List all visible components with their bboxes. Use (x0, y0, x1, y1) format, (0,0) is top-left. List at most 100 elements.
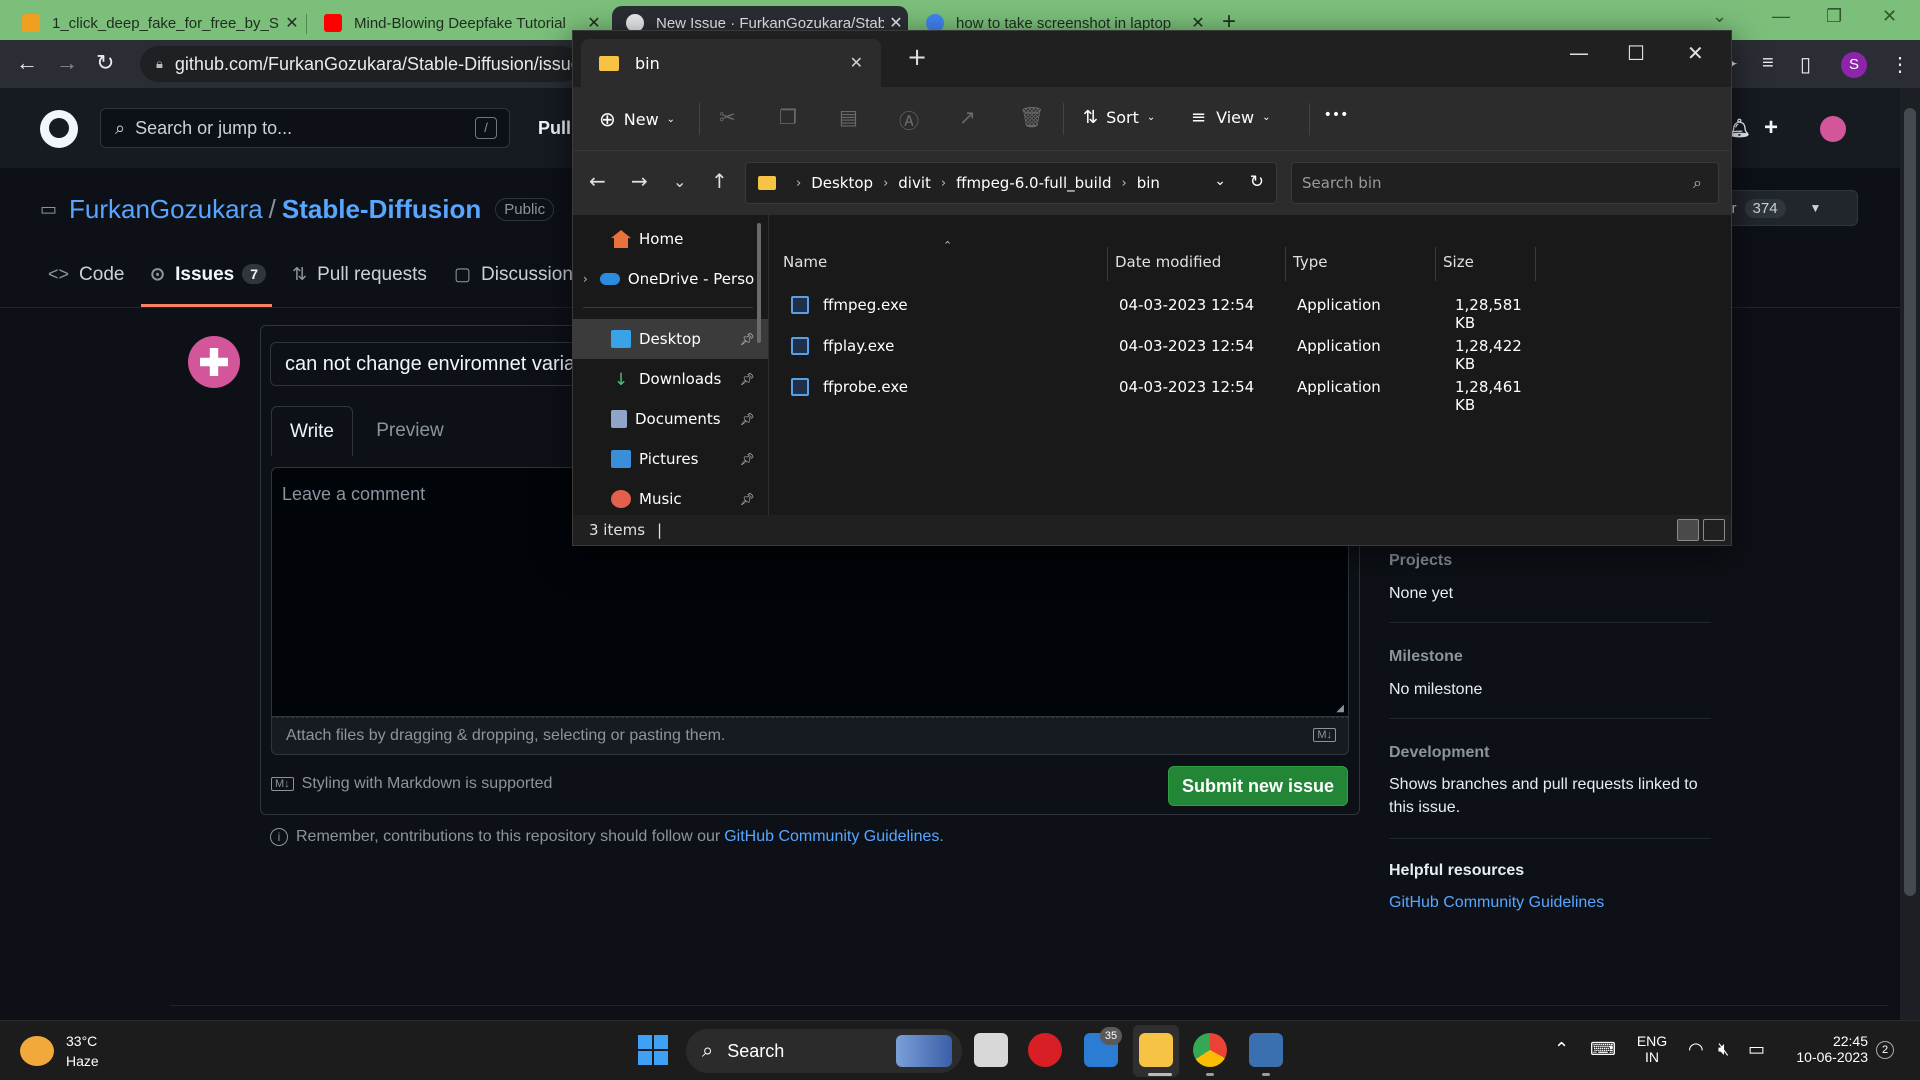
chevron-down-icon[interactable]: ▼ (1810, 201, 1822, 215)
page-scrollbar-thumb[interactable] (1904, 108, 1916, 896)
copy-icon[interactable]: ❐ (779, 105, 797, 129)
minimize-icon[interactable]: — (1569, 41, 1589, 65)
pin-icon[interactable]: 📌︎ (740, 412, 755, 426)
tiles-view-icon[interactable] (1703, 519, 1725, 541)
tab-discussions[interactable]: ▢ Discussions (454, 264, 582, 308)
paste-icon[interactable]: ▤ (839, 105, 858, 129)
user-avatar[interactable] (1820, 116, 1846, 142)
opera-icon[interactable] (1028, 1033, 1062, 1067)
reading-list-icon[interactable]: ≡ (1762, 52, 1774, 75)
details-view-icon[interactable] (1677, 519, 1699, 541)
cut-icon[interactable]: ✂ (719, 105, 736, 129)
projects-heading[interactable]: Projects (1389, 552, 1452, 570)
menu-kebab-icon[interactable]: ⋮ (1890, 52, 1910, 77)
tab-search-chevron-icon[interactable]: ⌄ (1712, 6, 1727, 27)
file-explorer-icon[interactable] (1139, 1033, 1173, 1067)
breadcrumb-bin[interactable]: bin (1137, 174, 1160, 192)
volume-muted-icon[interactable]: 🔇︎ (1718, 1039, 1729, 1060)
tab-pull-requests[interactable]: ⇅ Pull requests (292, 264, 427, 308)
explorer-tab-bin[interactable]: bin ✕ (581, 39, 881, 87)
chrome-icon[interactable] (1193, 1033, 1227, 1067)
chevron-right-icon[interactable]: › (941, 176, 946, 191)
nav-downloads[interactable]: ↓ Downloads 📌︎ (573, 359, 768, 399)
github-search-input[interactable]: ⌕ Search or jump to... / (100, 108, 510, 148)
tab-code[interactable]: <> Code (48, 264, 124, 308)
sort-button[interactable]: ⇅ Sort ⌄ (1083, 107, 1155, 128)
community-guidelines-link[interactable]: GitHub Community Guidelines (724, 828, 939, 846)
tab-issues[interactable]: ⊙ Issues 7 (150, 264, 267, 308)
markdown-note[interactable]: M↓ Styling with Markdown is supported (271, 775, 552, 793)
nav-desktop[interactable]: Desktop 📌︎ (573, 319, 768, 359)
pin-icon[interactable]: 📌︎ (740, 372, 755, 386)
helpful-guidelines-link[interactable]: GitHub Community Guidelines (1389, 894, 1604, 912)
up-arrow-icon[interactable]: ↑ (711, 169, 728, 193)
pin-icon[interactable]: 📌︎ (740, 452, 755, 466)
view-button[interactable]: ≡ View ⌄ (1191, 107, 1270, 128)
github-logo-icon[interactable] (40, 110, 78, 148)
nav-music[interactable]: Music 📌︎ (573, 479, 768, 515)
maximize-icon[interactable]: ☐ (1627, 41, 1645, 65)
milestone-heading[interactable]: Milestone (1389, 648, 1463, 666)
taskbar-search[interactable]: ⌕ Search (686, 1029, 962, 1073)
file-row[interactable]: ffmpeg.exe 04-03-2023 12:54 Application … (785, 285, 1545, 332)
chevron-right-icon[interactable]: › (1122, 176, 1127, 191)
submit-new-issue-button[interactable]: Submit new issue (1168, 766, 1348, 806)
language-indicator[interactable]: ENG IN (1636, 1033, 1668, 1065)
recent-locations-chevron-icon[interactable]: ⌄ (673, 172, 686, 191)
resize-handle-icon[interactable]: ◢ (1336, 703, 1344, 714)
nav-onedrive[interactable]: › OneDrive - Perso (573, 259, 768, 299)
breadcrumb-ffmpeg[interactable]: ffmpeg-6.0-full_build (956, 174, 1111, 192)
close-tab-icon[interactable]: ✕ (280, 13, 304, 33)
refresh-icon[interactable]: ↻ (1250, 172, 1264, 192)
tab-write[interactable]: Write (271, 406, 353, 456)
reload-icon[interactable]: ↻ (96, 50, 114, 76)
back-arrow-icon[interactable]: ← (16, 50, 38, 76)
address-breadcrumb[interactable]: › Desktop › divit › ffmpeg-6.0-full_buil… (745, 162, 1277, 204)
column-header-size[interactable]: Size (1443, 253, 1474, 271)
explorer-new-tab-button[interactable]: + (907, 43, 927, 71)
create-new-plus-icon[interactable]: + (1764, 114, 1778, 142)
snipping-tool-icon[interactable] (1249, 1033, 1283, 1067)
forward-arrow-icon[interactable]: → (56, 50, 78, 76)
development-heading[interactable]: Development (1389, 744, 1489, 762)
chevron-right-icon[interactable]: › (883, 176, 888, 191)
restore-icon[interactable]: ❐ (1826, 6, 1842, 27)
minimize-icon[interactable]: — (1772, 6, 1790, 27)
rename-icon[interactable]: Ⓐ (899, 105, 919, 134)
weather-widget[interactable]: 33°C Haze (20, 1031, 99, 1071)
column-header-date-modified[interactable]: Date modified (1115, 253, 1221, 271)
profile-avatar[interactable]: S (1841, 52, 1867, 78)
column-header-type[interactable]: Type (1293, 253, 1327, 271)
share-icon[interactable]: ↗ (959, 105, 976, 129)
nav-pictures[interactable]: Pictures 📌︎ (573, 439, 768, 479)
show-hidden-icons-chevron-icon[interactable]: ⌃ (1554, 1039, 1569, 1060)
nav-pull-requests[interactable]: Pull (538, 118, 571, 139)
pin-icon[interactable]: 📌︎ (740, 492, 755, 506)
clock[interactable]: 22:45 10-06-2023 (1786, 1033, 1868, 1065)
attach-files-dropzone[interactable]: Attach files by dragging & dropping, sel… (271, 717, 1349, 755)
close-window-icon[interactable]: ✕ (1882, 6, 1897, 27)
column-header-name[interactable]: Name (783, 253, 827, 271)
delete-icon[interactable]: 🗑︎ (1019, 105, 1044, 129)
nav-documents[interactable]: Documents 📌︎ (573, 399, 768, 439)
file-row[interactable]: ffprobe.exe 04-03-2023 12:54 Application… (785, 367, 1545, 414)
breadcrumb-divit[interactable]: divit (898, 174, 931, 192)
repo-name-link[interactable]: Stable-Diffusion (282, 194, 481, 225)
start-button[interactable] (638, 1035, 668, 1065)
close-window-icon[interactable]: ✕ (1687, 41, 1704, 65)
chevron-down-icon[interactable]: ⌄ (1214, 173, 1226, 189)
notification-count-badge[interactable]: 2 (1876, 1041, 1894, 1059)
repo-owner-link[interactable]: FurkanGozukara (69, 194, 263, 225)
forward-arrow-icon[interactable]: → (631, 169, 648, 193)
side-panel-icon[interactable]: ▯ (1800, 52, 1811, 77)
new-button[interactable]: ⊕ New ⌄ (599, 107, 675, 131)
browser-tab-youtube[interactable]: Mind-Blowing Deepfake Tutorial ✕ (310, 6, 606, 40)
address-bar[interactable]: 🔒︎ github.com/FurkanGozukara/Stable-Diff… (140, 46, 580, 82)
browser-tab-deepfake-doc[interactable]: 1_click_deep_fake_for_free_by_SE ✕ (8, 6, 304, 40)
file-row[interactable]: ffplay.exe 04-03-2023 12:54 Application … (785, 326, 1545, 373)
tab-preview[interactable]: Preview (370, 406, 450, 456)
close-tab-icon[interactable]: ✕ (850, 53, 863, 72)
more-options-button[interactable]: ••• (1311, 107, 1361, 123)
chevron-right-icon[interactable]: › (583, 272, 588, 286)
battery-icon[interactable]: ▭ (1748, 1039, 1765, 1060)
